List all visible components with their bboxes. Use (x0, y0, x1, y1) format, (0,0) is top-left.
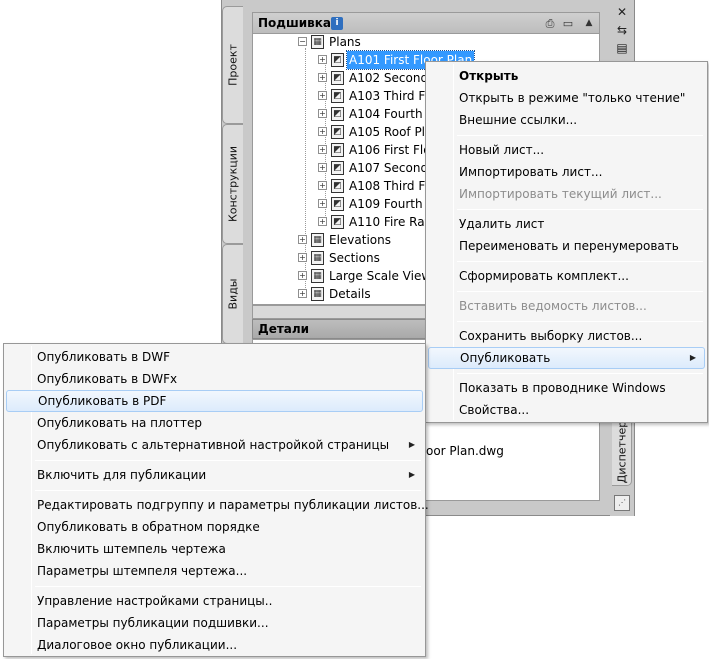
menu-item-open-readonly[interactable]: Открыть в режиме "только чтение" (428, 87, 705, 109)
submenu-item-publish-reverse[interactable]: Опубликовать в обратном порядке (6, 516, 423, 538)
expand-toggle-icon[interactable]: + (318, 91, 327, 100)
expand-toggle-icon[interactable]: + (318, 73, 327, 82)
menu-item-show-in-explorer[interactable]: Показать в проводнике Windows (428, 377, 705, 399)
menu-item-import-current-sheet: Импортировать текущий лист... (459, 187, 662, 201)
sheet-icon: ◩ (331, 179, 344, 193)
sheet-context-menu: Открыть Открыть в режиме "только чтение"… (425, 61, 708, 423)
expand-toggle-icon[interactable]: + (318, 55, 327, 64)
publish-submenu: Опубликовать в DWF Опубликовать в DWFx О… (3, 343, 429, 657)
expand-toggle-icon[interactable]: + (298, 289, 307, 298)
tab-project[interactable]: Проект (222, 6, 243, 124)
sheet-icon: ◩ (331, 161, 344, 175)
subset-icon: ▦ (311, 269, 324, 283)
sheet-icon: ◩ (331, 53, 344, 67)
open-sheet-set-icon[interactable]: ▭ (561, 17, 575, 30)
menu-item-new-sheet[interactable]: Новый лист... (428, 139, 705, 161)
properties-icon[interactable]: ▤ (612, 40, 632, 56)
expand-toggle-icon[interactable]: + (298, 235, 307, 244)
submenu-arrow-icon: ▶ (408, 440, 415, 449)
menu-item-archive[interactable]: Сформировать комплект... (428, 265, 705, 287)
details-file-name: oor Plan.dwg (426, 444, 504, 458)
collapse-toggle-icon[interactable]: − (298, 37, 307, 46)
expand-toggle-icon[interactable]: + (318, 127, 327, 136)
sheet-set-header: Подшивка i ⎙ ▭ ▲ (252, 12, 600, 34)
menu-separator (457, 373, 703, 374)
menu-separator (35, 460, 421, 461)
menu-item-properties[interactable]: Свойства... (428, 399, 705, 421)
palette-name-tab: Диспетчер (612, 418, 632, 486)
menu-item-xrefs[interactable]: Внешние ссылки... (428, 109, 705, 131)
resize-grip-icon[interactable]: ⋰ (614, 495, 630, 511)
submenu-item-plot-stamp-settings[interactable]: Параметры штемпеля чертежа... (6, 560, 423, 582)
publish-icon[interactable]: ⎙ (543, 17, 557, 30)
submenu-arrow-icon: ▶ (689, 353, 696, 362)
subset-icon: ▦ (311, 287, 324, 301)
submenu-item-publish-alt-page-setup[interactable]: Опубликовать с альтернативной настройкой… (6, 434, 423, 456)
subset-icon: ▦ (311, 251, 324, 265)
expand-toggle-icon[interactable]: + (298, 253, 307, 262)
sheet-icon: ◩ (331, 71, 344, 85)
submenu-item-publish-dwfx[interactable]: Опубликовать в DWFx (6, 368, 423, 390)
expand-toggle-icon[interactable]: + (298, 271, 307, 280)
submenu-item-include-for-publish[interactable]: Включить для публикации ▶ (6, 464, 423, 486)
menu-item-import-sheet[interactable]: Импортировать лист... (428, 161, 705, 183)
submenu-item-publish-dwf[interactable]: Опубликовать в DWF (6, 346, 423, 368)
info-icon[interactable]: i (331, 17, 343, 30)
expand-toggle-icon[interactable]: + (318, 145, 327, 154)
menu-separator (35, 490, 421, 491)
tab-views[interactable]: Виды (222, 244, 243, 344)
sheet-icon: ◩ (331, 107, 344, 121)
menu-separator (35, 586, 421, 587)
menu-separator (457, 261, 703, 262)
submenu-arrow-icon: ▶ (408, 470, 415, 479)
expand-toggle-icon[interactable]: + (318, 217, 327, 226)
menu-item-delete-sheet[interactable]: Удалить лист (428, 213, 705, 235)
subset-icon: ▦ (311, 233, 324, 247)
menu-item-insert-sheet-list: Вставить ведомость листов... (459, 299, 647, 313)
sheet-icon: ◩ (331, 89, 344, 103)
submenu-item-sheet-set-publish-options[interactable]: Параметры публикации подшивки... (6, 612, 423, 634)
tab-constructions[interactable]: Конструкции (222, 124, 243, 244)
submenu-item-include-plot-stamp[interactable]: Включить штемпель чертежа (6, 538, 423, 560)
panel-title: Подшивка (258, 16, 331, 30)
submenu-item-publish-pdf[interactable]: Опубликовать в PDF (6, 390, 423, 412)
menu-item-rename-renumber[interactable]: Переименовать и перенумеровать (428, 235, 705, 257)
menu-separator (457, 291, 703, 292)
expand-toggle-icon[interactable]: + (318, 181, 327, 190)
expand-toggle-icon[interactable]: + (318, 163, 327, 172)
menu-separator (457, 209, 703, 210)
submenu-item-edit-subset-publish[interactable]: Редактировать подгруппу и параметры публ… (6, 494, 429, 516)
menu-separator (457, 321, 703, 322)
sheet-icon: ◩ (331, 125, 344, 139)
collapse-arrow-icon[interactable]: ▲ (583, 15, 595, 31)
menu-item-publish[interactable]: Опубликовать ▶ (428, 347, 705, 369)
expand-toggle-icon[interactable]: + (318, 199, 327, 208)
sheet-icon: ◩ (331, 143, 344, 157)
details-title: Детали (258, 322, 310, 336)
expand-toggle-icon[interactable]: + (318, 109, 327, 118)
menu-separator (457, 135, 703, 136)
submenu-item-publish-plotter[interactable]: Опубликовать на плоттер (6, 412, 423, 434)
subset-icon: ▦ (311, 35, 324, 49)
auto-hide-icon[interactable]: ⇆ (612, 22, 632, 38)
submenu-item-publish-dialog[interactable]: Диалоговое окно публикации... (6, 634, 423, 656)
sheet-icon: ◩ (331, 215, 344, 229)
sheet-icon: ◩ (331, 197, 344, 211)
submenu-item-page-setup-overrides[interactable]: Управление настройками страницы.. (6, 590, 423, 612)
menu-item-save-sheet-selection[interactable]: Сохранить выборку листов... (428, 325, 705, 347)
menu-item-open[interactable]: Открыть (428, 65, 705, 87)
close-icon[interactable]: ✕ (612, 4, 632, 20)
